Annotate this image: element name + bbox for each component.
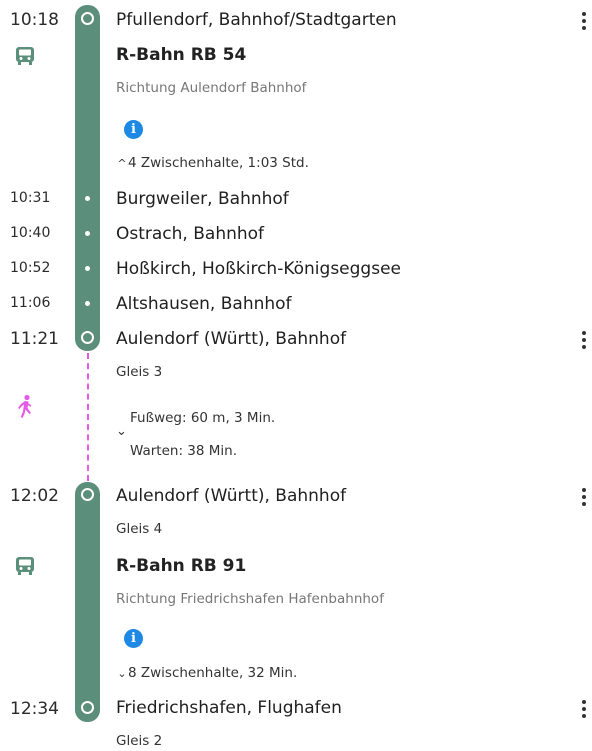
stop-station[interactable]: Hoßkirch, Hoßkirch-Königseggsee — [116, 259, 401, 279]
intermediate-stops-label: 8 Zwischenhalte, 32 Min. — [128, 665, 298, 681]
intermediate-stops-toggle[interactable]: ⌄8 Zwischenhalte, 32 Min. — [116, 665, 297, 681]
intermediate-stops-label: 4 Zwischenhalte, 1:03 Std. — [128, 155, 309, 171]
chevron-down-icon[interactable]: ⌄ — [116, 424, 127, 439]
departure-station[interactable]: Pfullendorf, Bahnhof/Stadtgarten — [116, 10, 397, 30]
arrival-time: 11:21 — [10, 329, 59, 349]
wait-info: Warten: 38 Min. — [130, 443, 238, 459]
stop-dot — [85, 196, 90, 201]
arrival-station[interactable]: Aulendorf (Württ), Bahnhof — [116, 329, 346, 349]
more-options-button[interactable] — [580, 329, 588, 351]
platform-label: Gleis 3 — [116, 364, 163, 380]
stop-station[interactable]: Altshausen, Bahnhof — [116, 294, 292, 314]
train-name: R-Bahn RB 54 — [116, 45, 247, 65]
more-options-button[interactable] — [580, 10, 588, 32]
train-icon — [16, 557, 34, 575]
stop-time: 10:31 — [10, 190, 51, 206]
platform-label: Gleis 4 — [116, 521, 163, 537]
arrival-station[interactable]: Friedrichshafen, Flughafen — [116, 698, 342, 718]
stop-marker — [81, 12, 94, 25]
stop-station[interactable]: Burgweiler, Bahnhof — [116, 189, 289, 209]
train-name: R-Bahn RB 91 — [116, 556, 247, 576]
stop-marker — [81, 701, 94, 714]
departure-station[interactable]: Aulendorf (Württ), Bahnhof — [116, 486, 346, 506]
chevron-up-icon: ^ — [117, 157, 127, 170]
intermediate-stops-toggle[interactable]: ^4 Zwischenhalte, 1:03 Std. — [116, 155, 309, 171]
more-options-button[interactable] — [580, 698, 588, 720]
platform-label: Gleis 2 — [116, 733, 163, 749]
stop-dot — [85, 266, 90, 271]
train-icon — [16, 47, 34, 65]
arrival-time: 12:34 — [10, 699, 59, 719]
route-line-leg2 — [75, 482, 100, 722]
stop-time: 10:40 — [10, 225, 51, 241]
stop-marker — [81, 488, 94, 501]
walking-route-line — [87, 353, 89, 481]
train-direction: Richtung Aulendorf Bahnhof — [116, 80, 307, 96]
departure-time: 10:18 — [10, 10, 59, 30]
train-direction: Richtung Friedrichshafen Hafenbahnhof — [116, 591, 384, 607]
departure-time: 12:02 — [10, 486, 59, 506]
more-options-button[interactable] — [580, 486, 588, 508]
info-icon[interactable]: i — [124, 629, 143, 648]
stop-marker — [81, 331, 94, 344]
stop-time: 11:06 — [10, 295, 51, 311]
stop-dot — [85, 301, 90, 306]
route-line-leg1 — [75, 5, 100, 351]
walking-person-icon — [18, 394, 32, 418]
stop-time: 10:52 — [10, 260, 51, 276]
info-icon[interactable]: i — [124, 120, 143, 139]
walk-info: Fußweg: 60 m, 3 Min. — [130, 410, 276, 426]
chevron-down-icon: ⌄ — [117, 667, 127, 680]
stop-dot — [85, 231, 90, 236]
stop-station[interactable]: Ostrach, Bahnhof — [116, 224, 264, 244]
